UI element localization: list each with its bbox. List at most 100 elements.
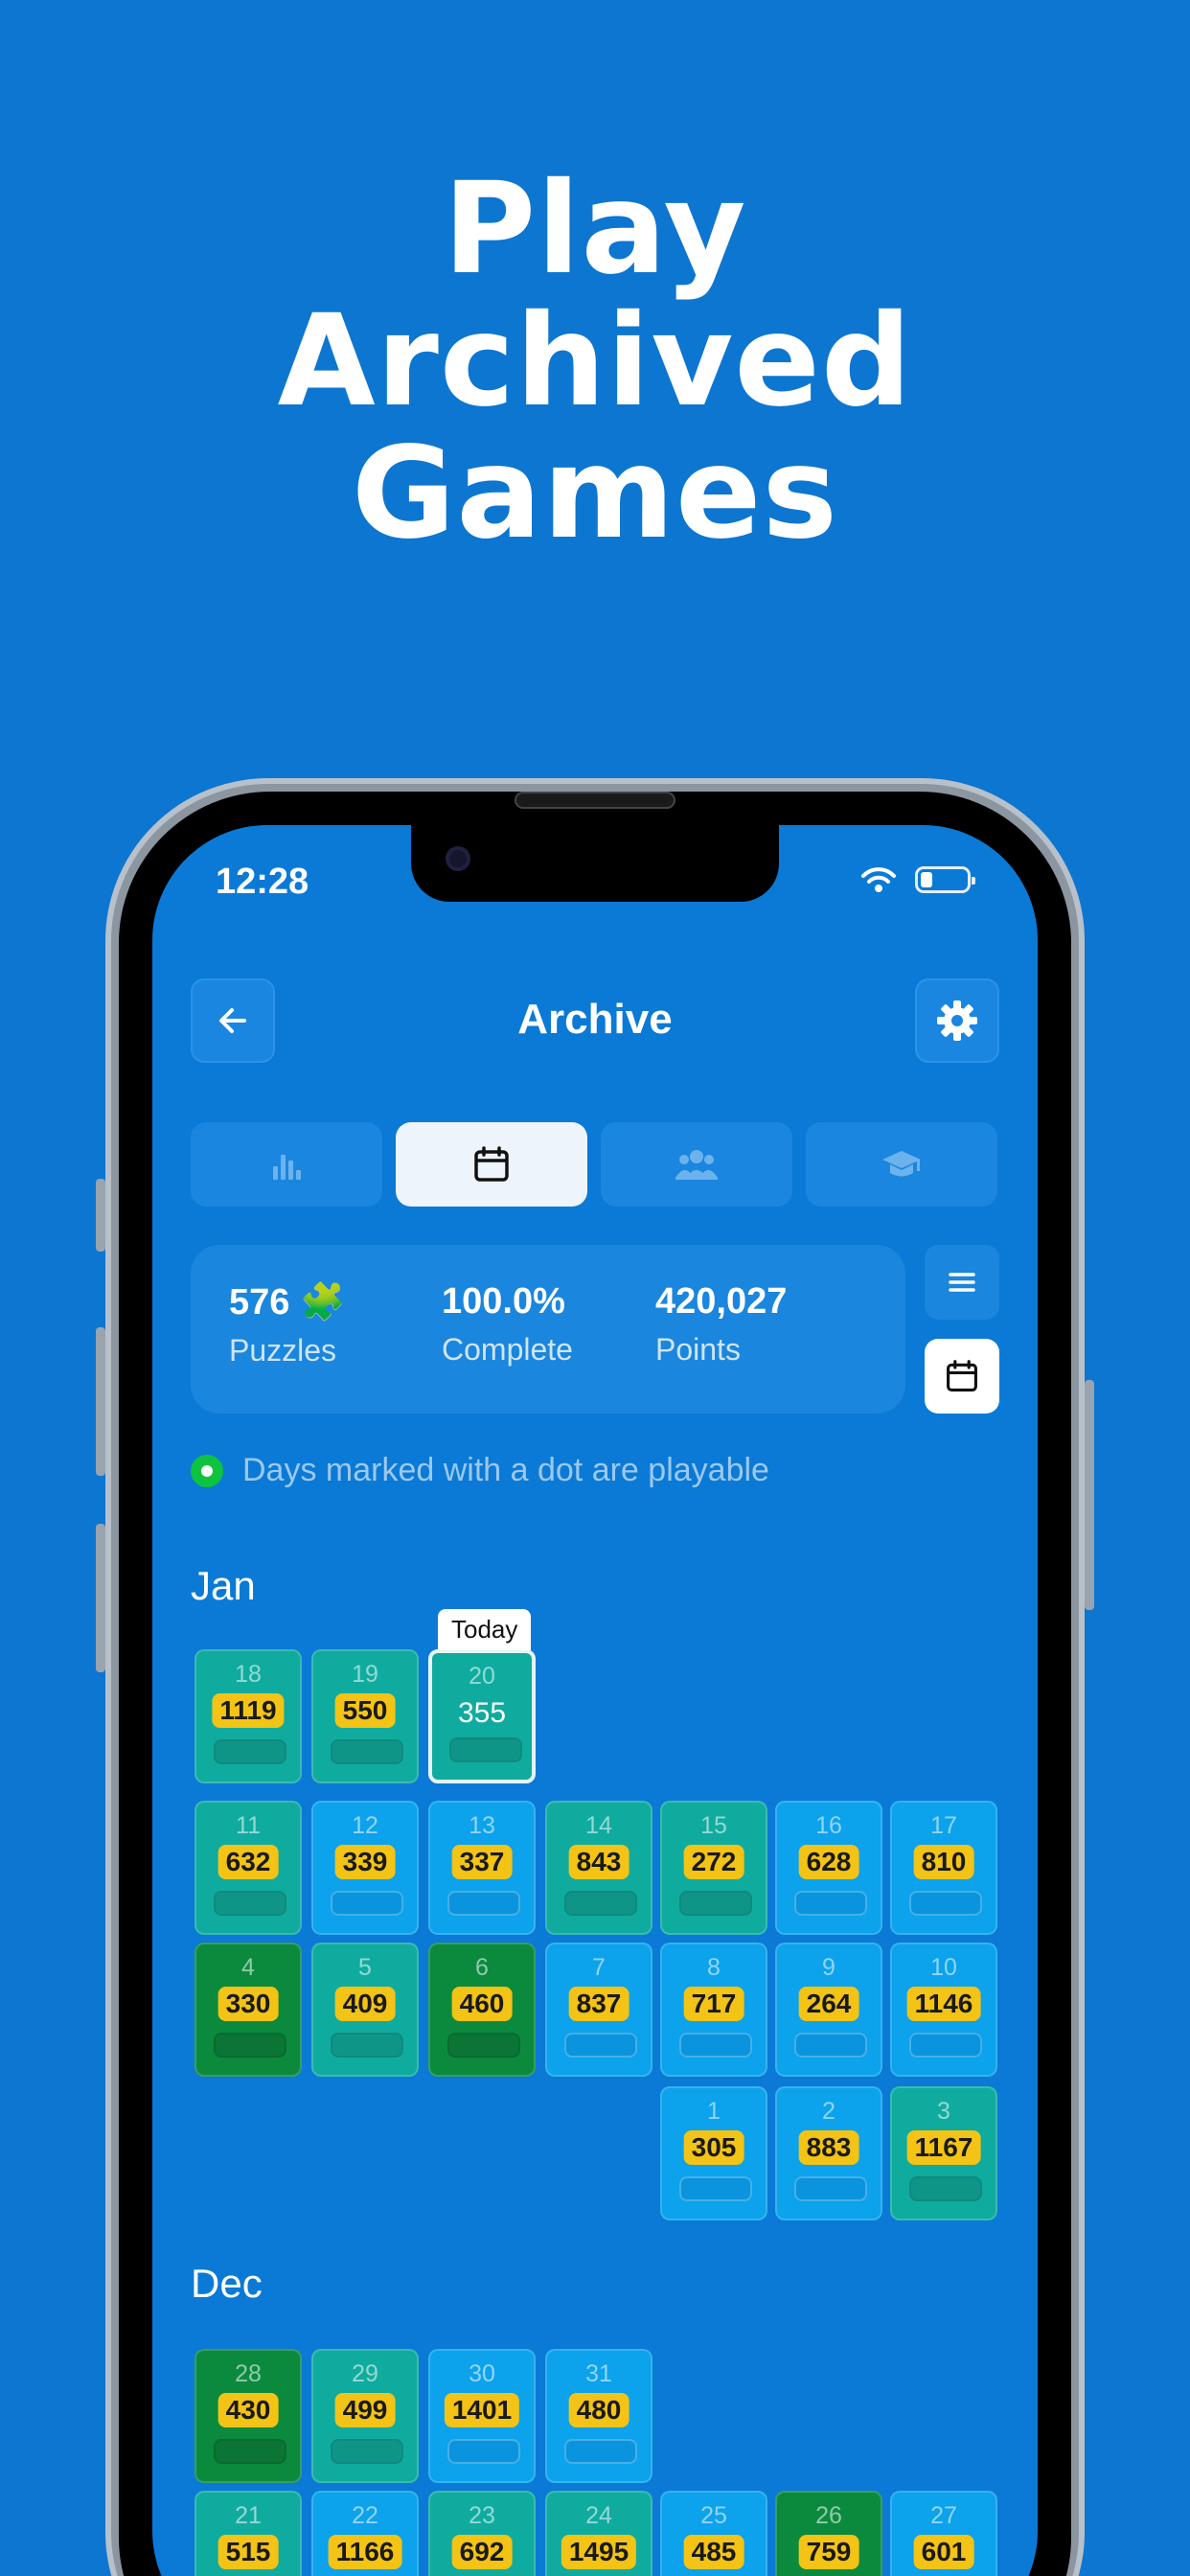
tab-calendar[interactable] (396, 1122, 587, 1207)
day-number: 5 (358, 1954, 372, 1981)
calendar-day[interactable]: 1 305 (660, 2086, 767, 2220)
progress-bar (331, 1739, 403, 1764)
calendar-day[interactable]: 3 1167 (890, 2086, 997, 2220)
progress-bar (449, 1737, 522, 1762)
day-score: 843 (568, 1845, 629, 1879)
calendar-day[interactable]: 4 330 (195, 1943, 302, 2077)
day-number: 31 (585, 2360, 612, 2387)
stat-puzzles-value: 576 🧩 (229, 1282, 346, 1322)
front-camera (446, 846, 470, 871)
calendar-day-today[interactable]: 20 355 (428, 1649, 536, 1783)
day-number: 13 (469, 1812, 495, 1839)
calendar-day[interactable]: 26 759 (775, 2491, 882, 2576)
battery-icon (915, 866, 975, 893)
day-number: 14 (585, 1812, 612, 1839)
tab-stats[interactable] (191, 1122, 382, 1207)
day-score: 272 (683, 1845, 744, 1879)
calendar-day[interactable]: 22 1166 (311, 2491, 419, 2576)
calendar-day[interactable]: 21 515 (195, 2491, 302, 2576)
day-number: 15 (700, 1812, 727, 1839)
gear-icon (937, 1000, 977, 1041)
day-score: 409 (334, 1987, 396, 2021)
calendar-day[interactable]: 23 692 (428, 2491, 536, 2576)
headline-line-1: Play (443, 155, 747, 303)
progress-bar (447, 2033, 520, 2058)
notch (411, 825, 779, 902)
day-number: 18 (235, 1661, 262, 1688)
day-score: 339 (334, 1845, 396, 1879)
day-score: 460 (451, 1987, 513, 2021)
day-score: 1166 (328, 2535, 402, 2569)
stat-complete: 100.0% Complete (442, 1281, 573, 1368)
calendar-day[interactable]: 14 843 (545, 1801, 652, 1935)
progress-bar (564, 2439, 637, 2464)
day-score: 1401 (444, 2393, 520, 2427)
calendar-day[interactable]: 8 717 (660, 1943, 767, 2077)
graduation-cap-icon (882, 1151, 921, 1177)
calendar-day[interactable]: 5 409 (311, 1943, 419, 2077)
calendar-day[interactable]: 7 837 (545, 1943, 652, 2077)
day-score: 628 (798, 1845, 859, 1879)
calendar-day[interactable]: 24 1495 (545, 2491, 652, 2576)
calendar-day[interactable]: 28 430 (195, 2349, 302, 2483)
calendar-day[interactable]: 11 632 (195, 1801, 302, 1935)
day-number: 4 (241, 1954, 255, 1981)
progress-bar (214, 1739, 286, 1764)
tab-bar (191, 1122, 997, 1207)
calendar-day[interactable]: 6 460 (428, 1943, 536, 2077)
list-view-button[interactable] (925, 1245, 999, 1320)
calendar-day[interactable]: 19 550 (311, 1649, 419, 1783)
day-number: 1 (707, 2098, 721, 2125)
calendar-day[interactable]: 12 339 (311, 1801, 419, 1935)
progress-bar (794, 2176, 867, 2201)
day-score: 1146 (906, 1987, 981, 2021)
calendar-day[interactable]: 27 601 (890, 2491, 997, 2576)
calendar-day[interactable]: 15 272 (660, 1801, 767, 1935)
day-score: 550 (334, 1693, 396, 1728)
day-score: 837 (568, 1987, 629, 2021)
day-number: 3 (937, 2098, 950, 2125)
page-title: Archive (517, 996, 673, 1043)
menu-icon (949, 1273, 975, 1292)
day-number: 7 (592, 1954, 606, 1981)
calendar-day[interactable]: 30 1401 (428, 2349, 536, 2483)
status-time: 12:28 (216, 862, 309, 902)
calendar-day[interactable]: 2 883 (775, 2086, 882, 2220)
day-score: 330 (217, 1987, 279, 2021)
calendar-day[interactable]: 25 485 (660, 2491, 767, 2576)
day-score: 485 (683, 2535, 744, 2569)
progress-bar (447, 1891, 520, 1916)
day-number: 17 (930, 1812, 957, 1839)
calendar-day[interactable]: 31 480 (545, 2349, 652, 2483)
day-score: 692 (451, 2535, 513, 2569)
day-score: 430 (217, 2393, 279, 2427)
calendar-day[interactable]: 18 1119 (195, 1649, 302, 1783)
calendar-view-button[interactable] (925, 1339, 999, 1414)
calendar-day[interactable]: 9 264 (775, 1943, 882, 2077)
day-number: 25 (700, 2502, 727, 2529)
progress-bar (564, 2033, 637, 2058)
calendar-day[interactable]: 10 1146 (890, 1943, 997, 2077)
day-score: 515 (217, 2535, 279, 2569)
calendar-day[interactable]: 16 628 (775, 1801, 882, 1935)
app-screen: 12:28 Archive 576 🧩 Puzzles 100.0% Compl… (152, 825, 1038, 2576)
tab-learn[interactable] (806, 1122, 997, 1207)
day-score: 355 (457, 1697, 507, 1729)
today-label: Today (438, 1609, 532, 1650)
day-score: 305 (683, 2130, 744, 2165)
day-score: 601 (913, 2535, 974, 2569)
month-heading: Jan (191, 1563, 256, 1608)
calendar-day[interactable]: 13 337 (428, 1801, 536, 1935)
day-number: 6 (475, 1954, 489, 1981)
tab-group[interactable] (601, 1122, 792, 1207)
day-number: 21 (235, 2502, 262, 2529)
day-number: 9 (822, 1954, 835, 1981)
calendar-day[interactable]: 29 499 (311, 2349, 419, 2483)
calendar-icon (474, 1146, 509, 1182)
status-icons (859, 865, 975, 894)
day-score: 1167 (906, 2130, 981, 2165)
headline-line-3: Games (351, 420, 839, 567)
calendar-day[interactable]: 17 810 (890, 1801, 997, 1935)
hint-text: Days marked with a dot are playable (242, 1452, 769, 1488)
settings-button[interactable] (915, 978, 999, 1063)
